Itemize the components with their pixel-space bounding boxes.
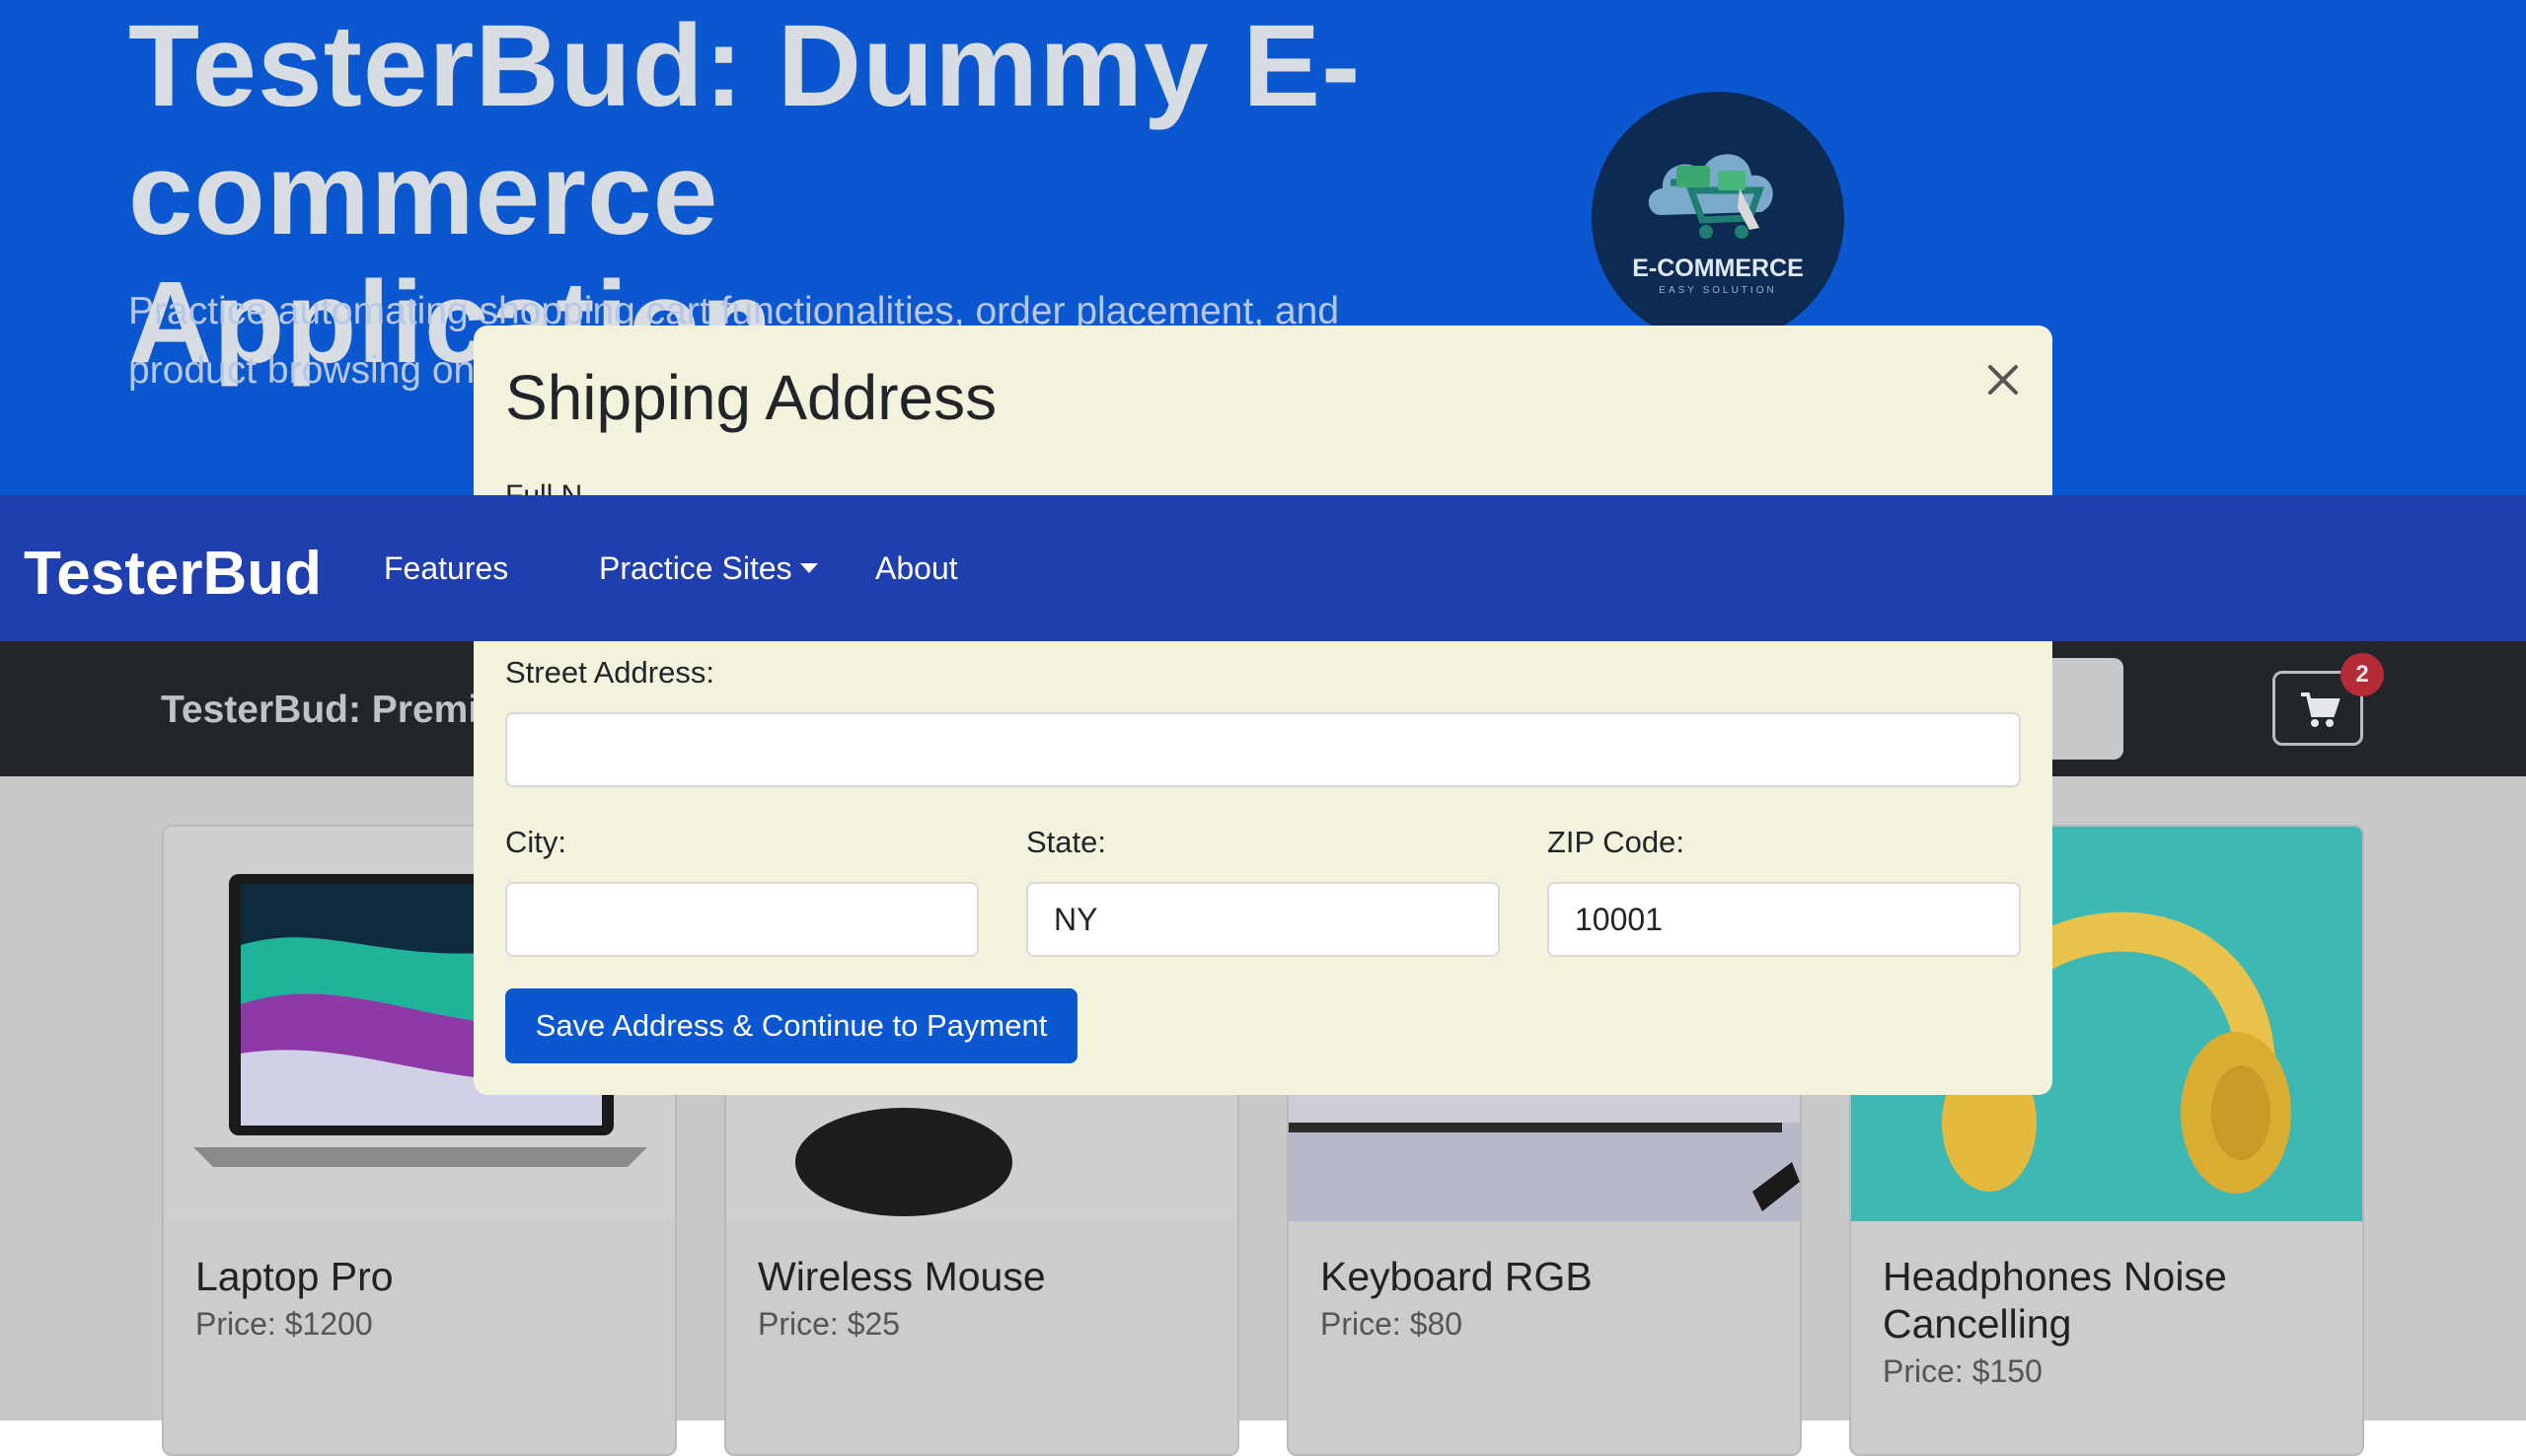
- product-name[interactable]: Laptop Pro: [195, 1253, 659, 1300]
- city-input[interactable]: [505, 882, 979, 957]
- product-price: Price: $80: [1320, 1306, 1463, 1342]
- product-name[interactable]: Headphones Noise Cancelling: [1883, 1253, 2346, 1347]
- product-name[interactable]: Keyboard RGB: [1320, 1253, 1784, 1300]
- store-title: TesterBud: Premi: [161, 689, 480, 731]
- ecommerce-logo: E-COMMERCE EASY SOLUTION: [1592, 92, 1844, 344]
- close-button[interactable]: [1978, 355, 2028, 404]
- nav-practice-sites[interactable]: Practice Sites: [599, 550, 818, 587]
- product-price: Price: $25: [758, 1306, 901, 1342]
- state-input[interactable]: NY: [1026, 882, 1500, 957]
- nav-about[interactable]: About: [875, 550, 958, 587]
- cart-icon: [2301, 692, 2340, 727]
- logo-tagline: EASY SOLUTION: [1659, 285, 1777, 296]
- nav-features[interactable]: Features: [384, 550, 508, 587]
- product-price: Price: $150: [1883, 1353, 2043, 1389]
- logo-text: E-COMMERCE: [1632, 255, 1804, 282]
- state-label: State:: [1026, 825, 1106, 859]
- close-icon: [1988, 365, 2018, 395]
- street-label: Street Address:: [505, 655, 714, 690]
- city-label: City:: [505, 825, 566, 859]
- navbar: TesterBud Features Practice Sites About: [0, 495, 2526, 641]
- shipping-address-modal: Shipping Address Full N Street Address: …: [474, 326, 2052, 1095]
- save-address-button[interactable]: Save Address & Continue to Payment: [505, 988, 1077, 1063]
- brand-logo[interactable]: TesterBud: [24, 539, 322, 609]
- modal-title: Shipping Address: [505, 362, 998, 433]
- product-name[interactable]: Wireless Mouse: [758, 1253, 1222, 1300]
- zip-label: ZIP Code:: [1547, 825, 1685, 859]
- cart-cloud-icon: [1648, 154, 1773, 239]
- chevron-down-icon: [799, 563, 818, 573]
- street-address-input[interactable]: [505, 712, 2021, 787]
- zip-input[interactable]: 10001: [1547, 882, 2021, 957]
- cart-count-badge: 2: [2340, 653, 2384, 696]
- nav-practice-sites-label: Practice Sites: [599, 550, 792, 586]
- product-price: Price: $1200: [195, 1306, 373, 1342]
